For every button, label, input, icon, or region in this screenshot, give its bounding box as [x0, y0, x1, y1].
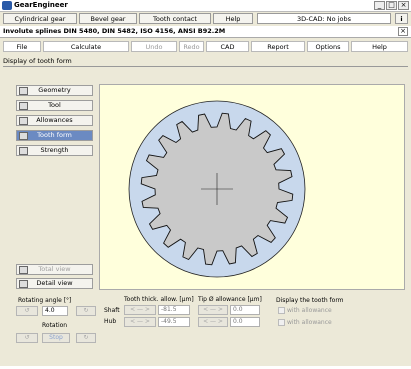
hub-tip-field[interactable]: 0.0 — [230, 317, 260, 327]
menu-options[interactable]: Options — [307, 41, 349, 52]
detail-view-icon — [19, 280, 28, 288]
close-module-icon[interactable]: × — [398, 27, 408, 36]
tab-bevel-gear[interactable]: Bevel gear — [79, 13, 137, 24]
rotate-left-icon[interactable]: ↺ — [16, 306, 38, 316]
rotation-right-icon[interactable]: ↻ — [76, 333, 96, 343]
nav-label: Allowances — [36, 116, 73, 124]
rotation-left-icon[interactable]: ↺ — [16, 333, 38, 343]
window-title: GearEngineer — [14, 1, 68, 9]
standard-title: Involute splines DIN 5480, DIN 5482, ISO… — [3, 27, 226, 35]
shaft-tip-field[interactable]: 0.0 — [230, 305, 260, 315]
hub-label: Hub — [104, 318, 117, 325]
menu-cad[interactable]: CAD — [206, 41, 249, 52]
tooth-form-icon — [19, 132, 28, 140]
tab-tooth-contact-analysis[interactable]: Tooth contact analysis — [139, 13, 211, 33]
nav-allowances[interactable]: Allowances — [16, 115, 93, 126]
nav-label: Geometry — [38, 86, 71, 94]
nav-tooth-form[interactable]: Tooth form — [16, 130, 93, 141]
spline-drawing — [128, 100, 306, 278]
shaft-label: Shaft — [104, 307, 120, 314]
rotating-angle-label: Rotating angle [°] — [18, 297, 72, 304]
hub-tip-stepper[interactable]: < — > — [198, 317, 228, 327]
shaft-thick-field[interactable]: -81.5 — [158, 305, 190, 315]
with-allowance-label-1: with allowance — [287, 307, 332, 314]
menu-redo[interactable]: Redo — [179, 41, 204, 52]
tab-cylindrical-gear[interactable]: Cylindrical gear — [3, 13, 77, 24]
shaft-tip-stepper[interactable]: < — > — [198, 305, 228, 315]
standard-bar: Involute splines DIN 5480, DIN 5482, ISO… — [0, 26, 411, 38]
close-icon[interactable]: × — [398, 1, 409, 10]
nav-strength[interactable]: Strength — [16, 145, 93, 156]
separator — [3, 66, 408, 67]
with-allowance-checkbox-2[interactable] — [278, 319, 285, 326]
rotation-stop-button[interactable]: Stop — [42, 333, 70, 343]
app-logo-icon — [2, 1, 12, 10]
hub-thick-field[interactable]: -49.5 — [158, 317, 190, 327]
menu-file[interactable]: File — [3, 41, 41, 52]
tip-allowance-label: Tip Ø allowance [µm] — [198, 296, 262, 303]
section-label: Display of tooth form — [3, 57, 72, 65]
tooth-form-drawing[interactable] — [99, 84, 405, 290]
display-form-label: Display the tooth form — [276, 297, 344, 304]
with-allowance-label-2: with allowance — [287, 319, 332, 326]
strength-icon — [19, 147, 28, 155]
detail-view-label: Detail view — [36, 279, 73, 287]
geometry-icon — [19, 87, 28, 95]
total-view-button[interactable]: Total view — [16, 264, 93, 275]
shaft-thick-stepper[interactable]: < — > — [124, 305, 156, 315]
nav-geometry[interactable]: Geometry — [16, 85, 93, 96]
menu-undo[interactable]: Undo — [131, 41, 177, 52]
menu-report[interactable]: Report — [251, 41, 305, 52]
allowances-icon — [19, 117, 28, 125]
window-titlebar: GearEngineer _ □ × — [0, 0, 411, 12]
tab-help[interactable]: Help — [213, 13, 253, 24]
total-view-label: Total view — [38, 265, 71, 273]
info-icon[interactable]: i — [395, 13, 408, 24]
tool-icon — [19, 102, 28, 110]
minimize-icon[interactable]: _ — [374, 1, 385, 10]
nav-tool[interactable]: Tool — [16, 100, 93, 111]
detail-view-button[interactable]: Detail view — [16, 278, 93, 289]
tooth-thick-label: Tooth thick. allow. [µm] — [124, 296, 194, 303]
nav-label: Tool — [48, 101, 61, 109]
menu-bar: File Calculate Undo Redo CAD Report Opti… — [0, 38, 411, 54]
nav-label: Tooth form — [37, 131, 72, 139]
nav-label: Strength — [40, 146, 69, 154]
rotation-label: Rotation — [42, 322, 68, 329]
maximize-icon[interactable]: □ — [386, 1, 397, 10]
top-tabs: Cylindrical gear Bevel gear Tooth contac… — [0, 12, 411, 33]
total-view-icon — [19, 266, 28, 274]
with-allowance-checkbox-1[interactable] — [278, 307, 285, 314]
menu-calculate[interactable]: Calculate — [43, 41, 129, 52]
hub-thick-stepper[interactable]: < — > — [124, 317, 156, 327]
rotate-right-icon[interactable]: ↻ — [76, 306, 96, 316]
rotating-angle-field[interactable]: 4.0 — [42, 306, 68, 316]
cad-status: 3D-CAD: No jobs — [257, 13, 391, 24]
menu-help[interactable]: Help — [351, 41, 408, 52]
